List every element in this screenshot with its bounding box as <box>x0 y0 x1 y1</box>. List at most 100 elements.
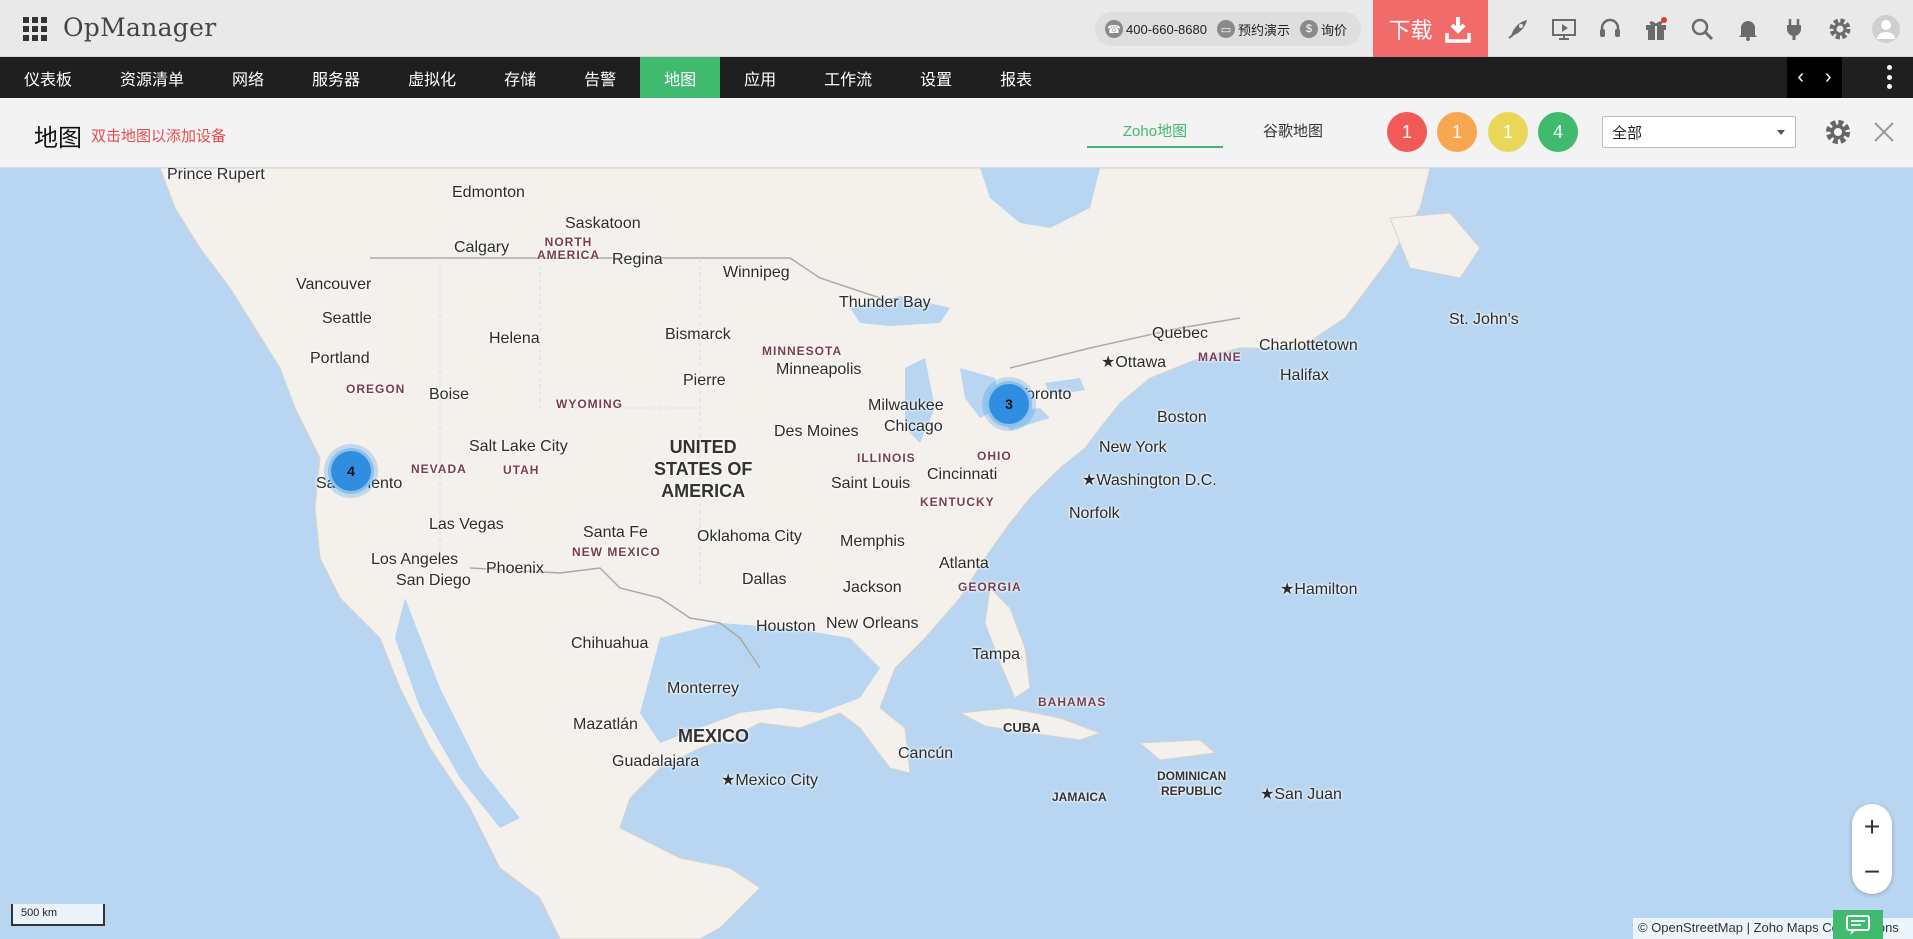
phone-link[interactable]: ☎ 400-660-8680 <box>1105 20 1207 38</box>
rocket-icon[interactable] <box>1495 0 1541 57</box>
minor-count-badge[interactable]: 1 <box>1488 112 1528 152</box>
user-avatar-icon[interactable] <box>1863 0 1909 57</box>
map-label: St. John's <box>1449 311 1519 328</box>
map-label: CUBA <box>1003 720 1041 735</box>
map-label: Tampa <box>972 646 1021 663</box>
demo-label: 预约演示 <box>1237 22 1290 38</box>
dollar-icon: $ <box>1299 20 1318 38</box>
map-label: Saskatoon <box>565 215 641 232</box>
critical-count-badge[interactable]: 1 <box>1387 112 1427 152</box>
device-cluster-marker[interactable]: 3 <box>986 381 1032 427</box>
more-vertical-icon[interactable] <box>1884 65 1894 89</box>
map-label: Pierre <box>683 372 726 389</box>
map-label: New York <box>1099 439 1167 456</box>
map-label: OREGON <box>346 382 406 396</box>
map-label: OHIO <box>977 449 1012 463</box>
scale-bar: 500 km <box>11 904 105 926</box>
zoom-in-button[interactable]: + <box>1852 804 1892 849</box>
map-label: UTAH <box>503 463 540 477</box>
map-label: NORTH AMERICA <box>537 235 600 262</box>
map-label: MEXICO <box>678 726 750 746</box>
apps-grid-icon[interactable] <box>23 17 47 41</box>
map-label: Salt Lake City <box>469 438 568 455</box>
top-icons <box>1495 0 1909 57</box>
gift-icon[interactable] <box>1633 0 1679 57</box>
filter-select[interactable]: 全部 <box>1602 116 1796 148</box>
nav-servers[interactable]: 服务器 <box>288 57 384 98</box>
nav-workflow[interactable]: 工作流 <box>800 57 896 98</box>
map-label: Phoenix <box>486 560 544 577</box>
map-label: MINNESOTA <box>762 344 843 358</box>
map-label: KENTUCKY <box>920 495 995 509</box>
map-label: WYOMING <box>556 397 623 411</box>
page-title: 地图 <box>34 125 82 152</box>
quote-link[interactable]: $ 询价 <box>1299 20 1347 39</box>
nav-virtualization[interactable]: 虚拟化 <box>384 57 480 98</box>
map-label: Cancún <box>898 745 954 762</box>
search-icon[interactable] <box>1679 0 1725 57</box>
app-title: OpManager <box>63 13 217 42</box>
headset-icon[interactable] <box>1587 0 1633 57</box>
nav-scroll-arrows: ‹ › <box>1787 57 1842 98</box>
clear-count-badge[interactable]: 4 <box>1538 112 1578 152</box>
nav-dashboard[interactable]: 仪表板 <box>0 57 96 98</box>
map-label: ★Washington D.C. <box>1082 472 1217 489</box>
map-label: ★San Juan <box>1260 786 1342 803</box>
map-label: Boston <box>1157 409 1207 426</box>
nav-network[interactable]: 网络 <box>208 57 288 98</box>
zoom-control: + − <box>1852 804 1892 894</box>
zoom-out-button[interactable]: − <box>1852 849 1892 894</box>
nav-apps[interactable]: 应用 <box>720 57 800 98</box>
map-label: Helena <box>489 330 540 347</box>
gear-icon[interactable] <box>1817 0 1863 57</box>
chevron-right-icon[interactable]: › <box>1825 66 1832 89</box>
nav-maps[interactable]: 地图 <box>640 57 721 98</box>
map-canvas[interactable]: Prince Rupert Edmonton Saskatoon Calgary… <box>0 168 1913 939</box>
map-label: Chicago <box>884 418 943 435</box>
chat-button[interactable] <box>1833 910 1883 939</box>
map-label: Regina <box>612 251 663 268</box>
chevron-left-icon[interactable]: ‹ <box>1797 66 1804 89</box>
plug-icon[interactable] <box>1771 0 1817 57</box>
demo-link[interactable]: ▭ 预约演示 <box>1216 20 1290 39</box>
download-button[interactable]: 下载 <box>1373 0 1488 57</box>
map-label: Atlanta <box>939 555 989 572</box>
close-icon[interactable] <box>1870 118 1898 146</box>
chat-icon <box>1846 914 1870 935</box>
map-label: Milwaukee <box>868 397 944 414</box>
map-label: BAHAMAS <box>1038 695 1107 709</box>
map-label: Prince Rupert <box>167 168 265 183</box>
map-label: Charlottetown <box>1259 337 1358 354</box>
nav-reports[interactable]: 报表 <box>976 57 1056 98</box>
map-label: Quebec <box>1152 325 1209 342</box>
top-bar: OpManager ☎ 400-660-8680 ▭ 预约演示 $ 询价 下载 <box>0 0 1913 57</box>
map-base-layer <box>159 168 1481 939</box>
phone-icon: ☎ <box>1105 20 1123 38</box>
map-settings-gear-icon[interactable] <box>1823 117 1853 147</box>
tab-zoho-map[interactable]: Zoho地图 <box>1087 120 1223 148</box>
map-label: Seattle <box>322 310 372 327</box>
nav-alarms[interactable]: 告警 <box>560 57 640 98</box>
tab-google-map[interactable]: 谷歌地图 <box>1253 120 1333 148</box>
map-label: UNITED STATES OF AMERICA <box>654 437 753 501</box>
nav-storage[interactable]: 存储 <box>480 57 560 98</box>
map-label: San Diego <box>396 572 471 589</box>
map-label: Thunder Bay <box>839 294 931 311</box>
nav-inventory[interactable]: 资源清单 <box>96 57 208 98</box>
screen-icon: ▭ <box>1216 20 1235 38</box>
quote-label: 询价 <box>1320 22 1347 38</box>
bell-icon[interactable] <box>1725 0 1771 57</box>
map-label: Jackson <box>843 579 902 596</box>
caret-down-icon <box>1777 130 1785 135</box>
download-label: 下载 <box>1388 17 1433 43</box>
map-label: ★Mexico City <box>721 772 819 789</box>
map-label: Norfolk <box>1069 505 1120 522</box>
map-label: MAINE <box>1198 350 1242 364</box>
major-count-badge[interactable]: 1 <box>1437 112 1477 152</box>
presentation-icon[interactable] <box>1541 0 1587 57</box>
main-nav: 仪表板 资源清单 网络 服务器 虚拟化 存储 告警 地图 应用 工作流 设置 报… <box>0 57 1913 98</box>
device-cluster-marker[interactable]: 4 <box>328 448 374 494</box>
nav-settings[interactable]: 设置 <box>896 57 976 98</box>
filter-selected: 全部 <box>1612 124 1643 142</box>
map-label: Vancouver <box>296 276 372 293</box>
